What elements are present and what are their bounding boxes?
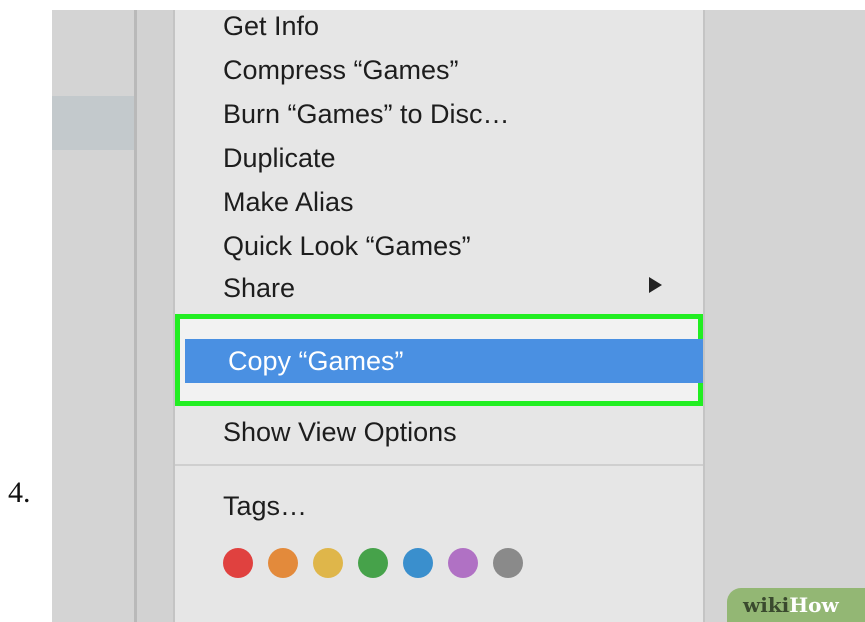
menu-separator xyxy=(175,464,703,466)
tag-yellow-button[interactable] xyxy=(313,548,343,578)
tag-red-button[interactable] xyxy=(223,548,253,578)
tag-gray-button[interactable] xyxy=(493,548,523,578)
menu-item-get-info[interactable]: Get Info xyxy=(223,10,319,42)
menu-item-burn-to-disc[interactable]: Burn “Games” to Disc… xyxy=(223,98,510,130)
menu-item-make-alias[interactable]: Make Alias xyxy=(223,186,354,218)
menu-item-tags[interactable]: Tags… xyxy=(223,490,307,522)
finder-sidebar-column xyxy=(52,10,134,622)
menu-item-duplicate[interactable]: Duplicate xyxy=(223,142,336,174)
finder-content-area xyxy=(705,10,865,622)
menu-item-copy-games[interactable]: Copy “Games” xyxy=(185,339,703,383)
finder-screenshot: Get Info Compress “Games” Burn “Games” t… xyxy=(52,10,865,622)
context-menu: Get Info Compress “Games” Burn “Games” t… xyxy=(173,10,705,622)
wikihow-watermark: wikiHow xyxy=(727,588,865,622)
menu-item-copy-label: Copy “Games” xyxy=(228,346,404,376)
tag-purple-button[interactable] xyxy=(448,548,478,578)
menu-item-show-view-options[interactable]: Show View Options xyxy=(223,416,457,448)
menu-item-share[interactable]: Share xyxy=(223,272,295,304)
menu-item-quick-look[interactable]: Quick Look “Games” xyxy=(223,230,471,262)
selected-folder-row[interactable] xyxy=(52,96,134,150)
watermark-wiki: wiki xyxy=(743,593,790,617)
highlight-box: Copy “Games” xyxy=(175,314,703,406)
watermark-how: How xyxy=(789,593,839,617)
wikihow-step-image: 4. Get Info Compress “Games” Burn “Games… xyxy=(0,0,865,622)
tag-green-button[interactable] xyxy=(358,548,388,578)
tag-blue-button[interactable] xyxy=(403,548,433,578)
menu-item-compress[interactable]: Compress “Games” xyxy=(223,54,459,86)
tag-orange-button[interactable] xyxy=(268,548,298,578)
finder-column xyxy=(137,10,173,622)
submenu-arrow-icon xyxy=(649,277,662,293)
step-number: 4. xyxy=(8,476,31,509)
